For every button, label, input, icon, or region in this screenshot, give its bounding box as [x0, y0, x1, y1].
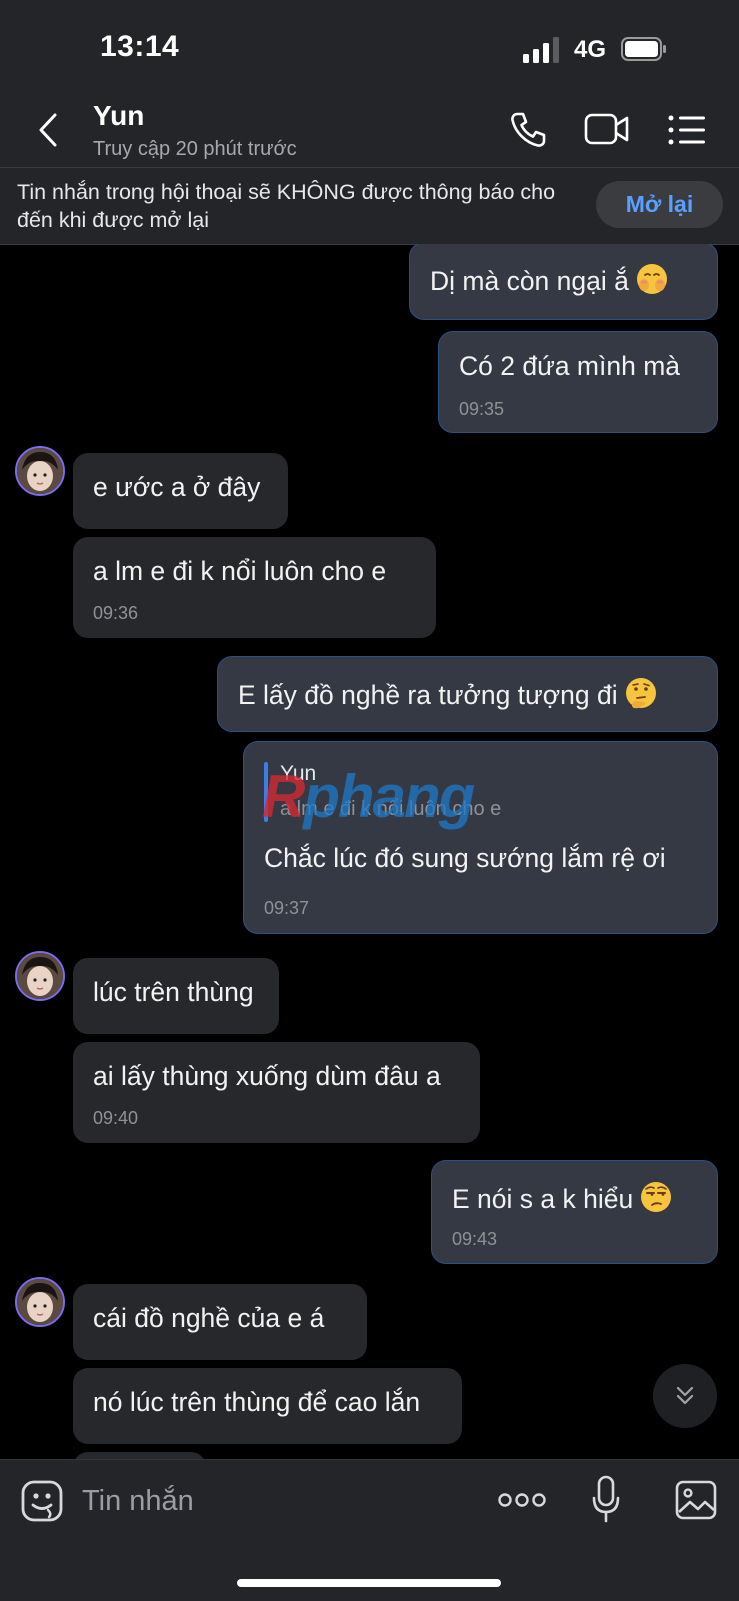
message-text: ai lấy thùng xuống dùm đâu a: [93, 1061, 441, 1091]
message-time: 09:37: [264, 898, 310, 918]
message-incoming[interactable]: cái đồ nghề của e á: [73, 1284, 367, 1360]
message-list[interactable]: Dị mà còn ngại ắ Có 2 đứa mình mà 09:35 …: [0, 244, 739, 1459]
message-composer: [0, 1459, 739, 1601]
message-text: a lm e đi k nổi luôn cho e: [93, 556, 387, 586]
message-text: nó lúc trên thùng để cao lắn: [93, 1387, 421, 1417]
message-text: Chắc lúc đó sung sướng lắm rệ ơi: [264, 843, 666, 873]
unamused-face-emoji: [641, 1182, 672, 1212]
message-outgoing[interactable]: E nói s a k hiểu 09:43: [431, 1160, 718, 1264]
message-outgoing[interactable]: Dị mà còn ngại ắ: [409, 244, 718, 320]
message-incoming[interactable]: ai lấy thùng xuống dùm đâu a 09:40: [73, 1042, 480, 1143]
chat-header: Yun Truy cập 20 phút trước: [0, 95, 739, 167]
message-outgoing[interactable]: E lấy đồ nghề ra tưởng tượng đi: [217, 656, 718, 732]
image-icon[interactable]: [675, 1480, 717, 1520]
avatar[interactable]: [15, 1277, 65, 1327]
sticker-icon[interactable]: [21, 1480, 63, 1522]
signal-icon: [523, 37, 563, 63]
message-text: E nói s a k hiểu: [452, 1184, 634, 1214]
message-text: Dị mà còn ngại ắ: [430, 266, 629, 296]
message-time: 09:35: [459, 399, 505, 419]
message-incoming[interactable]: lúc trên thùng: [73, 958, 279, 1034]
message-incoming[interactable]: e ước a ở đây: [73, 453, 288, 529]
message-input[interactable]: [80, 1480, 464, 1522]
status-time: 13:14: [100, 30, 180, 63]
avatar[interactable]: [15, 446, 65, 496]
contact-name[interactable]: Yun: [93, 100, 144, 132]
shy-face-emoji: [636, 264, 667, 294]
message-outgoing[interactable]: Có 2 đứa mình mà 09:35: [438, 331, 718, 433]
home-indicator: [237, 1579, 501, 1587]
reopen-notifications-button[interactable]: Mở lại: [596, 181, 723, 228]
status-bar: 13:14 4G: [0, 0, 739, 95]
network-type: 4G: [574, 36, 607, 63]
message-text: E lấy đồ nghề ra tưởng tượng đi: [238, 680, 618, 710]
message-incoming[interactable]: a lm e đi k nổi luôn cho e 09:36: [73, 537, 436, 638]
menu-icon[interactable]: [668, 115, 706, 145]
message-text: Có 2 đứa mình mà: [459, 351, 681, 381]
message-time: 09:43: [452, 1229, 498, 1249]
muted-notice-banner: Tin nhắn trong hội thoại sẽ KHÔNG được t…: [0, 167, 739, 245]
muted-notice-text: Tin nhắn trong hội thoại sẽ KHÔNG được t…: [17, 180, 556, 232]
thinking-face-emoji: [625, 678, 656, 709]
phone-icon[interactable]: [509, 111, 547, 149]
chevron-left-icon[interactable]: [34, 112, 64, 148]
avatar[interactable]: [15, 951, 65, 1001]
last-seen-status: Truy cập 20 phút trước: [93, 138, 297, 160]
watermark-logo: Rphang: [262, 763, 475, 830]
message-time: 09:40: [93, 1108, 139, 1128]
message-text: lúc trên thùng: [93, 977, 254, 1007]
message-text: e ước a ở đây: [93, 472, 261, 502]
message-time: 09:36: [93, 603, 139, 623]
microphone-icon[interactable]: [591, 1474, 621, 1524]
scroll-to-bottom-button[interactable]: [653, 1364, 717, 1428]
message-incoming[interactable]: [73, 1452, 206, 1459]
battery-icon: [621, 37, 666, 61]
more-icon[interactable]: [498, 1490, 546, 1510]
video-camera-icon[interactable]: [584, 112, 630, 146]
double-chevron-down-icon: [676, 1386, 694, 1405]
message-incoming[interactable]: nó lúc trên thùng để cao lắn: [73, 1368, 462, 1444]
message-text: cái đồ nghề của e á: [93, 1303, 325, 1333]
